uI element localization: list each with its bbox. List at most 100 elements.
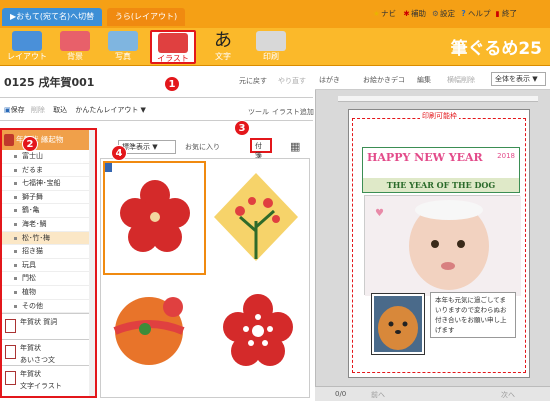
category-item[interactable]: 門松 (2, 272, 95, 286)
tools-menu[interactable]: ツール (248, 107, 269, 117)
category-aisatsu[interactable]: 年賀状 あいさつ文 (2, 339, 95, 365)
postcard-button[interactable]: はがき (319, 75, 340, 85)
plum-outline-icon (223, 294, 293, 366)
background-icon (60, 31, 90, 51)
plum-flower-icon (105, 163, 190, 252)
menu-navi[interactable]: ★ナビ (372, 8, 396, 19)
category-item[interactable]: 七福神･宝船 (2, 177, 95, 191)
illust-ball[interactable] (103, 277, 206, 391)
delete-button[interactable]: 削除 (31, 106, 45, 114)
baby-photo-image: ♥ (365, 196, 521, 296)
ruler (338, 96, 538, 102)
category-moji-label2: 文字イラスト (20, 382, 62, 391)
category-gashi-label: 年賀状 賀詞 (20, 318, 58, 327)
sub-toolbar: ▣保存 削除 取込 かんたんレイアウト ▼ (4, 105, 146, 115)
category-panel: 年賀状 縁起物 富士山 だるま 七福神･宝船 獅子舞 鶴･亀 海老･鯛 松･竹･梅 招き猫 玩具… (0, 128, 97, 398)
photo-label: 写真 (115, 52, 131, 61)
add-illust-button[interactable]: イラスト追加 (272, 107, 314, 117)
category-item[interactable]: 招き猫 (2, 245, 95, 259)
category-aisatsu-label2: あいさつ文 (20, 356, 55, 365)
marker-3: 3 (234, 120, 250, 136)
prev-button[interactable]: 前へ (371, 390, 385, 400)
category-item[interactable]: 松･竹･梅 (2, 231, 95, 246)
category-moji[interactable]: 年賀状 文字イラスト (2, 365, 95, 391)
category-title[interactable]: 年賀状 縁起物 (2, 130, 95, 150)
print-button[interactable]: 印刷 (248, 30, 294, 64)
fetch-button[interactable]: 取込 (53, 106, 67, 114)
illust-label: イラスト (157, 54, 189, 63)
background-button[interactable]: 背景 (52, 30, 98, 64)
photo-icon (108, 31, 138, 51)
layout-label: レイアウト (7, 52, 47, 61)
print-area-label: 印刷可能枠 (420, 111, 459, 121)
document-title: 0125 戌年賀001 (4, 76, 95, 89)
text-icon: あ (214, 30, 232, 51)
category-icon (5, 319, 16, 334)
menu-help[interactable]: ? ヘルプ (459, 8, 490, 19)
text-button[interactable]: あ文字 (200, 30, 246, 64)
year-text: 2018 (497, 152, 515, 160)
tab-front[interactable]: ▶おもて(宛て名)へ切替 (2, 8, 102, 26)
category-gashi[interactable]: 年賀状 賀詞 (2, 313, 95, 339)
watermelon-icon (158, 33, 188, 53)
edit-menu[interactable]: 編集 (417, 75, 431, 85)
menu-hokyo[interactable]: ✱補助 (402, 8, 426, 19)
favorite-button[interactable]: お気に入り (185, 142, 220, 152)
temari-icon (113, 297, 185, 365)
divider (0, 97, 313, 98)
dog-image (374, 296, 422, 352)
oekaki-button[interactable]: お絵かきデコ (363, 75, 405, 85)
undo-button[interactable]: 元に戻す (239, 76, 267, 86)
view-select-value: 全体を表示 (495, 75, 530, 83)
illust-button[interactable]: イラスト (150, 30, 196, 64)
layout-icon (12, 31, 42, 51)
menu-settei[interactable]: ⚙設定 (431, 8, 455, 19)
category-item[interactable]: 植物 (2, 286, 95, 300)
category-scrollbar[interactable] (89, 130, 95, 396)
message-box[interactable]: 本年も元気に過ごしてまいりますので変わらぬお付き合いをお願い申し上げます (430, 292, 516, 338)
category-icon (4, 134, 14, 146)
menu-exit[interactable]: ▮ 終了 (493, 8, 517, 19)
attach-button[interactable]: 付箋 (250, 138, 272, 160)
category-moji-label1: 年賀状 (20, 370, 41, 379)
redo-button[interactable]: やり直す (278, 76, 306, 86)
tab-layout[interactable]: うら(レイアウト) (107, 8, 185, 26)
ume-tile-icon (214, 173, 298, 261)
category-item[interactable]: だるま (2, 164, 95, 178)
illust-plum-outline[interactable] (206, 277, 309, 391)
print-label: 印刷 (263, 52, 279, 61)
illust-ume-tile[interactable] (206, 161, 309, 275)
grid-view-icon[interactable]: ▦ (290, 140, 300, 153)
illust-plum-red[interactable] (103, 161, 206, 275)
category-item[interactable]: その他 (2, 300, 95, 314)
photo-button[interactable]: 写真 (100, 30, 146, 64)
baby-photo[interactable]: ♥ (364, 195, 521, 296)
preview-toolbar: はがき お絵かきデコ 編集 横幅削除 全体を表示 ▼ (315, 68, 550, 90)
marker-1: 1 (164, 76, 180, 92)
category-icon (5, 371, 16, 386)
greeting-text: HAPPY NEW YEAR (367, 151, 483, 164)
save-icon: ▣ (4, 106, 11, 114)
printer-icon (256, 31, 286, 51)
dog-photo[interactable] (372, 294, 424, 354)
category-icon (5, 345, 16, 360)
category-item[interactable]: 獅子舞 (2, 191, 95, 205)
category-item[interactable]: 海老･鯛 (2, 218, 95, 232)
greeting-banner[interactable]: HAPPY NEW YEAR 2018 THE YEAR OF THE DOG (362, 147, 520, 193)
page-indicator: 0/0 (335, 390, 347, 398)
easy-layout-button[interactable]: かんたんレイアウト ▼ (75, 106, 146, 114)
title-bar: ▶おもて(宛て名)へ切替 うら(レイアウト) ★ナビ ✱補助 ⚙設定 ? ヘルプ … (0, 0, 550, 28)
text-label: 文字 (215, 52, 231, 61)
background-label: 背景 (67, 52, 83, 61)
category-item[interactable]: 富士山 (2, 150, 95, 164)
category-aisatsu-label1: 年賀状 (20, 344, 41, 353)
illustration-grid (100, 158, 310, 398)
save-button[interactable]: 保存 (11, 106, 25, 114)
next-button[interactable]: 次へ (501, 390, 515, 400)
main-toolbar: レイアウト 背景 写真 イラスト あ文字 印刷 筆ぐるめ25 (0, 28, 550, 66)
category-item[interactable]: 玩具 (2, 259, 95, 273)
view-select[interactable]: 全体を表示 ▼ (491, 72, 546, 86)
lock-button[interactable]: 横幅削除 (447, 75, 475, 85)
layout-button[interactable]: レイアウト (4, 30, 50, 64)
category-item[interactable]: 鶴･亀 (2, 204, 95, 218)
